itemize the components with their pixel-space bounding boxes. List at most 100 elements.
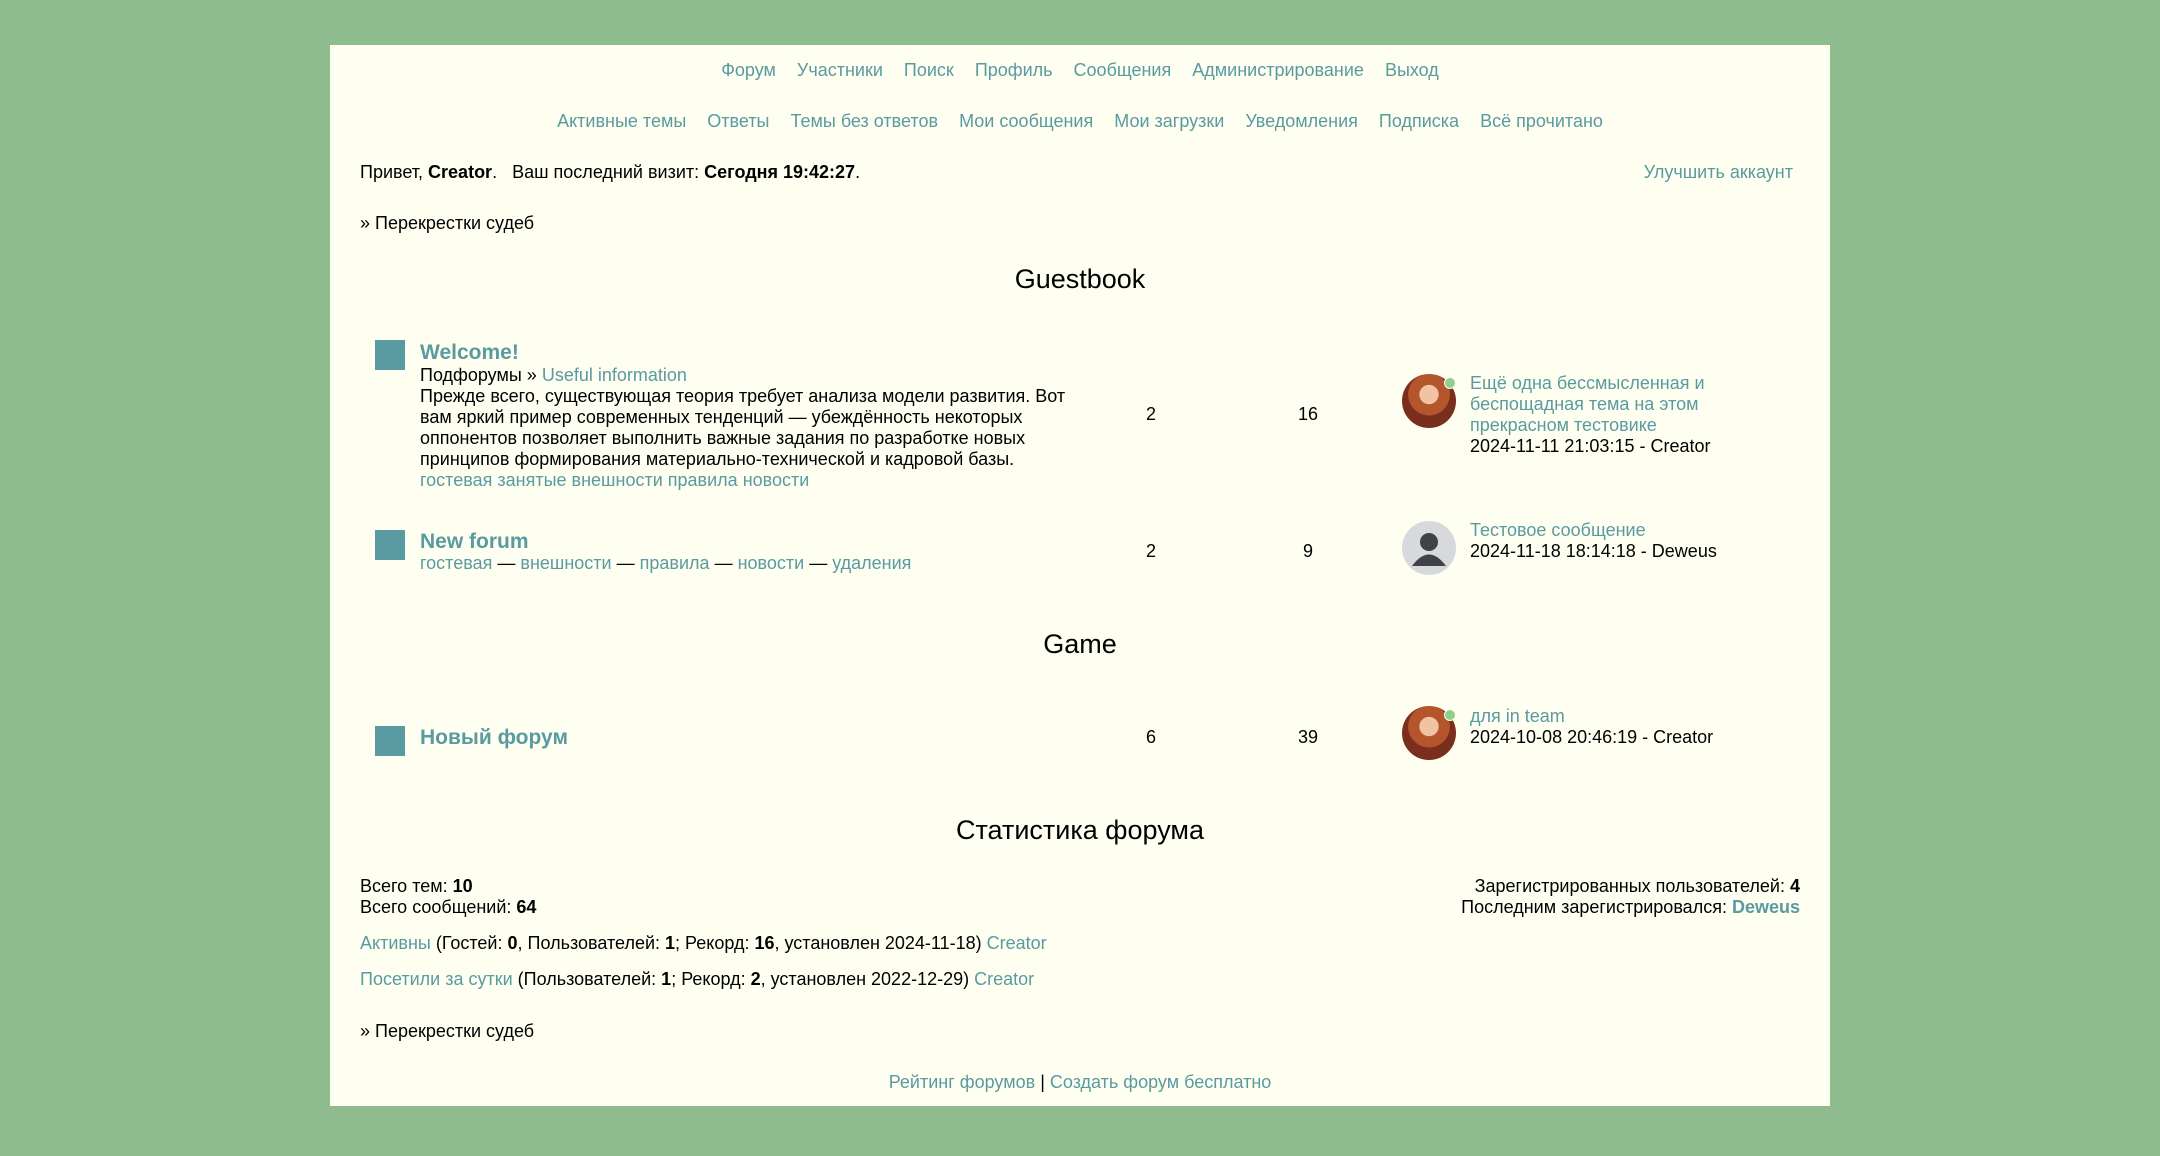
nav-admin[interactable]: Администрирование <box>1192 60 1364 80</box>
topic-count: 2 <box>1145 404 1156 424</box>
forum-tags: гостевая занятые внешности правила новос… <box>420 470 809 491</box>
last-post-meta: 2024-10-08 20:46:19 - Creator <box>1470 727 1714 747</box>
forum-description: Прежде всего, существующая теория требуе… <box>420 386 1066 469</box>
total-topics: Всего тем: 10 <box>360 876 536 897</box>
forum-title-welcome[interactable]: Welcome! <box>420 340 519 366</box>
forum-link[interactable]: удаления <box>832 553 911 573</box>
topic-count: 2 <box>1145 541 1156 561</box>
nav-messages[interactable]: Сообщения <box>1074 60 1172 80</box>
nav-active-topics[interactable]: Активные темы <box>557 111 686 131</box>
forum-link[interactable]: внешности <box>520 553 611 573</box>
last-post: Тестовое сообщение 2024-11-18 18:14:18 -… <box>1470 520 1717 562</box>
last-registered-label: Последним зарегистрировался: <box>1461 897 1727 917</box>
subforum-link[interactable]: Useful information <box>542 365 687 385</box>
tag-link[interactable]: гостевая <box>420 470 492 490</box>
total-posts-value: 64 <box>516 897 537 917</box>
nav-replies[interactable]: Ответы <box>707 111 769 131</box>
footer-separator: | <box>1040 1072 1045 1092</box>
tag-link[interactable]: правила <box>668 470 738 490</box>
online-indicator-icon <box>1444 377 1456 389</box>
last-registered-user-link[interactable]: Deweus <box>1732 897 1800 917</box>
section-title-guestbook: Guestbook <box>1014 264 1146 294</box>
forum-title-new-forum[interactable]: New forum <box>420 529 529 555</box>
tag-link[interactable]: внешности <box>572 470 663 490</box>
breadcrumb-bottom[interactable]: » Перекрестки судеб <box>360 1020 534 1042</box>
registered-users: Зарегистрированных пользователей: 4 <box>1461 876 1800 897</box>
forum-status-icon <box>375 340 405 370</box>
stat-text: , Пользователей: <box>517 933 666 953</box>
upgrade-account-link[interactable]: Улучшить аккаунт <box>1644 161 1793 183</box>
stats-totals: Всего тем: 10 Всего сообщений: 64 <box>360 876 536 918</box>
total-posts-label: Всего сообщений: <box>360 897 512 917</box>
stats-title: Статистика форума <box>955 815 1205 845</box>
forum-link[interactable]: новости <box>738 553 805 573</box>
nav-mark-read[interactable]: Всё прочитано <box>1480 111 1603 131</box>
tag-link[interactable]: занятые <box>497 470 566 490</box>
registered-users-label: Зарегистрированных пользователей: <box>1474 876 1785 896</box>
nav-notifications[interactable]: Уведомления <box>1245 111 1358 131</box>
post-count: 16 <box>1297 404 1319 424</box>
last-visit-value: Сегодня 19:42:27 <box>704 162 856 182</box>
create-forum-link[interactable]: Создать форум бесплатно <box>1050 1072 1271 1092</box>
separator: — <box>616 553 635 573</box>
last-post-meta: 2024-11-18 18:14:18 - Deweus <box>1470 541 1717 561</box>
daily-users-count: 1 <box>661 969 672 989</box>
active-users-count: 1 <box>665 933 676 953</box>
total-topics-label: Всего тем: <box>360 876 448 896</box>
nav-search[interactable]: Поиск <box>904 60 954 80</box>
total-posts: Всего сообщений: 64 <box>360 897 536 918</box>
footer: Рейтинг форумов | Создать форум бесплатн… <box>330 1071 1830 1093</box>
sub-nav: Активные темы Ответы Темы без ответов Мо… <box>330 110 1830 132</box>
separator: — <box>714 553 733 573</box>
last-post-topic-link[interactable]: для in team <box>1470 706 1713 727</box>
last-post-topic-link[interactable]: Ещё одна бессмысленная и беспощадная тем… <box>1470 373 1750 436</box>
post-count: 9 <box>1302 541 1313 561</box>
nav-my-uploads[interactable]: Мои загрузки <box>1114 111 1224 131</box>
daily-visitors-link[interactable]: Посетили за сутки <box>360 969 513 989</box>
active-guests-count: 0 <box>507 933 518 953</box>
last-post: для in team 2024-10-08 20:46:19 - Creato… <box>1470 706 1713 748</box>
greeting-user: Creator <box>428 162 493 182</box>
last-post-topic-link[interactable]: Тестовое сообщение <box>1470 520 1717 541</box>
greeting: Привет, Creator. Ваш последний визит: Се… <box>360 162 861 182</box>
topic-count: 6 <box>1145 727 1156 747</box>
forum-link[interactable]: гостевая <box>420 553 492 573</box>
forum-status-icon <box>375 530 405 560</box>
active-record-count: 16 <box>754 933 775 953</box>
active-users-link[interactable]: Активны <box>360 933 431 953</box>
forum-links: гостевая — внешности — правила — новости… <box>420 553 911 574</box>
default-avatar-icon[interactable] <box>1402 521 1456 575</box>
forum-link[interactable]: правила <box>640 553 710 573</box>
stats-users: Зарегистрированных пользователей: 4 Посл… <box>1461 876 1800 918</box>
stat-text: (Пользователей: <box>512 969 662 989</box>
active-users-line: Активны (Гостей: 0, Пользователей: 1; Ре… <box>360 933 1047 954</box>
last-post: Ещё одна бессмысленная и беспощадная тем… <box>1470 373 1750 457</box>
forum-rating-link[interactable]: Рейтинг форумов <box>889 1072 1035 1092</box>
tag-link[interactable]: новости <box>743 470 810 490</box>
last-registered: Последним зарегистрировался: Deweus <box>1461 897 1800 918</box>
active-user-link[interactable]: Creator <box>987 933 1047 953</box>
stat-text: , установлен 2022-12-29) <box>760 969 975 989</box>
nav-subscriptions[interactable]: Подписка <box>1379 111 1459 131</box>
nav-logout[interactable]: Выход <box>1385 60 1439 80</box>
stat-text: (Гостей: <box>430 933 508 953</box>
separator: — <box>809 553 828 573</box>
total-topics-value: 10 <box>452 876 473 896</box>
section-title-game: Game <box>1043 629 1117 659</box>
last-visit-label: Ваш последний визит: <box>512 162 700 182</box>
greeting-prefix: Привет, <box>360 162 424 182</box>
forum-status-icon <box>375 726 405 756</box>
daily-user-link[interactable]: Creator <box>974 969 1034 989</box>
daily-visitors-line: Посетили за сутки (Пользователей: 1; Рек… <box>360 969 1034 990</box>
stat-text: ; Рекорд: <box>675 933 755 953</box>
nav-my-posts[interactable]: Мои сообщения <box>959 111 1093 131</box>
forum-title-novyi-forum[interactable]: Новый форум <box>420 725 568 751</box>
nav-forum[interactable]: Форум <box>721 60 776 80</box>
nav-members[interactable]: Участники <box>797 60 883 80</box>
breadcrumb[interactable]: » Перекрестки судеб <box>360 212 534 234</box>
daily-record-count: 2 <box>750 969 761 989</box>
nav-profile[interactable]: Профиль <box>975 60 1053 80</box>
subforums: Подфорумы » Useful information <box>420 365 687 386</box>
nav-unanswered[interactable]: Темы без ответов <box>791 111 939 131</box>
subforums-label: Подфорумы » <box>420 365 537 385</box>
